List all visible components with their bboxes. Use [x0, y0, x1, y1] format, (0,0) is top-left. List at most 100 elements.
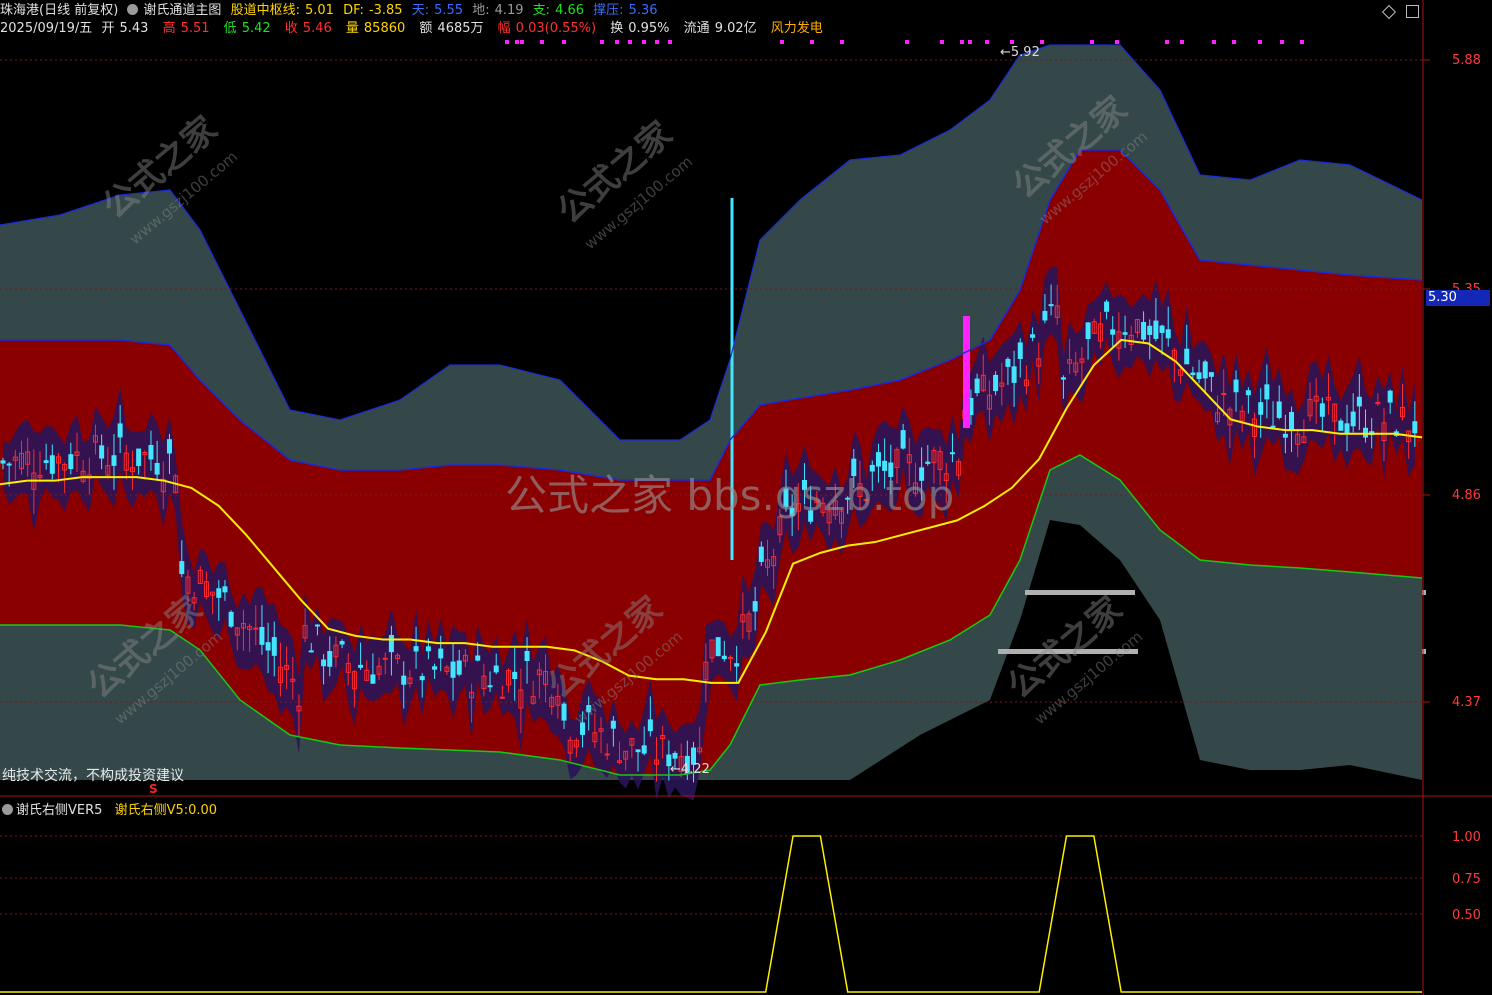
candle-body [401, 675, 407, 685]
candle-body [1202, 361, 1208, 379]
axis-tick-label: 4.86 [1452, 488, 1481, 503]
candle-body [1110, 329, 1116, 335]
candle-body [228, 611, 234, 627]
candle-body [0, 460, 6, 464]
candle-body [610, 720, 616, 729]
watermark-center: 公式之家 bbs.gszb.top [505, 471, 954, 520]
candle-body [1165, 329, 1171, 339]
candle-body [758, 546, 764, 562]
candle-body [1122, 332, 1128, 335]
candle-body [1104, 301, 1110, 312]
signal-dot [985, 40, 989, 44]
candle-body [641, 745, 647, 754]
candle-body [148, 444, 154, 460]
low-annotation: ←4.22 [670, 762, 710, 777]
candle-body [327, 651, 333, 667]
candle-body [425, 646, 431, 652]
signal-dot [968, 40, 972, 44]
candle-body [1289, 411, 1295, 430]
candle-body [1042, 310, 1048, 321]
candle-body [635, 749, 641, 753]
signal-dot [628, 40, 632, 44]
candle-body [604, 753, 610, 756]
candle-body [43, 460, 49, 464]
signal-dot [1258, 40, 1262, 44]
candle-body [179, 561, 185, 575]
signal-dot [668, 40, 672, 44]
candle-body [487, 685, 493, 688]
current-price-label: 5.30 [1426, 290, 1490, 306]
candle-body [253, 627, 259, 630]
candle-body [6, 463, 12, 466]
candle-body [1282, 433, 1288, 438]
candle-body [1233, 379, 1239, 393]
candle-body [413, 646, 419, 652]
candle-body [752, 601, 758, 612]
candle-body [1085, 322, 1091, 340]
candle-body [271, 637, 277, 656]
candle-body [1270, 425, 1276, 428]
candle-body [1184, 348, 1190, 365]
candle-body [1338, 420, 1344, 431]
candle-body [166, 439, 172, 454]
candle-body [111, 455, 117, 466]
candle-body [265, 642, 271, 651]
candle-body [493, 665, 499, 673]
signal-dot [1212, 40, 1216, 44]
resistance-bar-1 [1025, 590, 1135, 595]
candle-body [475, 655, 481, 661]
sub-indicator-toggle-icon[interactable] [2, 804, 13, 815]
candle-body [419, 676, 425, 681]
candle-body [875, 452, 881, 467]
candle-body [512, 671, 518, 680]
candle-body [259, 626, 265, 645]
signal-dot [1115, 40, 1119, 44]
candle-body [1147, 325, 1153, 335]
signal-dot [562, 40, 566, 44]
candle-body [216, 588, 222, 598]
candle-body [1011, 366, 1017, 383]
candle-body [925, 461, 931, 464]
candle-body [1196, 372, 1202, 380]
candle-body [1005, 358, 1011, 367]
candle-body [370, 674, 376, 684]
signal-dot [905, 40, 909, 44]
candle-body [949, 452, 955, 455]
candle-body [1141, 321, 1147, 340]
signal-dot [1180, 40, 1184, 44]
magenta-candle [963, 316, 970, 428]
signal-dot [1300, 40, 1304, 44]
disclaimer-text: 纯技术交流，不构成投资建议 [2, 768, 184, 784]
candle-body [1159, 325, 1165, 333]
candle-body [974, 378, 980, 394]
candle-body [1245, 390, 1251, 396]
candle-body [1048, 304, 1054, 307]
candle-body [499, 696, 505, 699]
candle-body [438, 648, 444, 659]
candle-body [1356, 396, 1362, 407]
price-chart[interactable]: ←5.92←4.22S 5.885.354.864.37 1.000.750.5… [0, 0, 1492, 995]
signal-dot [1040, 40, 1044, 44]
sub-axis-label: 0.50 [1452, 908, 1481, 923]
candle-body [49, 455, 55, 474]
sub-value-label: 谢氏右侧V5: [114, 803, 189, 818]
candle-body [456, 660, 462, 675]
candle-body [672, 752, 678, 759]
candle-body [1387, 390, 1393, 403]
candle-body [339, 641, 345, 645]
signal-dot [1090, 40, 1094, 44]
candle-body [314, 624, 320, 627]
candle-body [882, 460, 888, 471]
candle-body [1319, 403, 1325, 417]
candle-body [721, 655, 727, 660]
candle-body [1017, 342, 1023, 359]
candle-body [993, 374, 999, 392]
signal-dot [1010, 40, 1014, 44]
candle-body [1363, 427, 1369, 438]
signal-dot [960, 40, 964, 44]
sub-indicator-name[interactable]: 谢氏右侧VER5 [16, 803, 102, 818]
candle-body [715, 637, 721, 657]
candle-body [647, 719, 653, 732]
sub-indicator-header: 谢氏右侧VER5 谢氏右侧V5:0.00 [2, 799, 217, 818]
candle-body [222, 586, 228, 593]
